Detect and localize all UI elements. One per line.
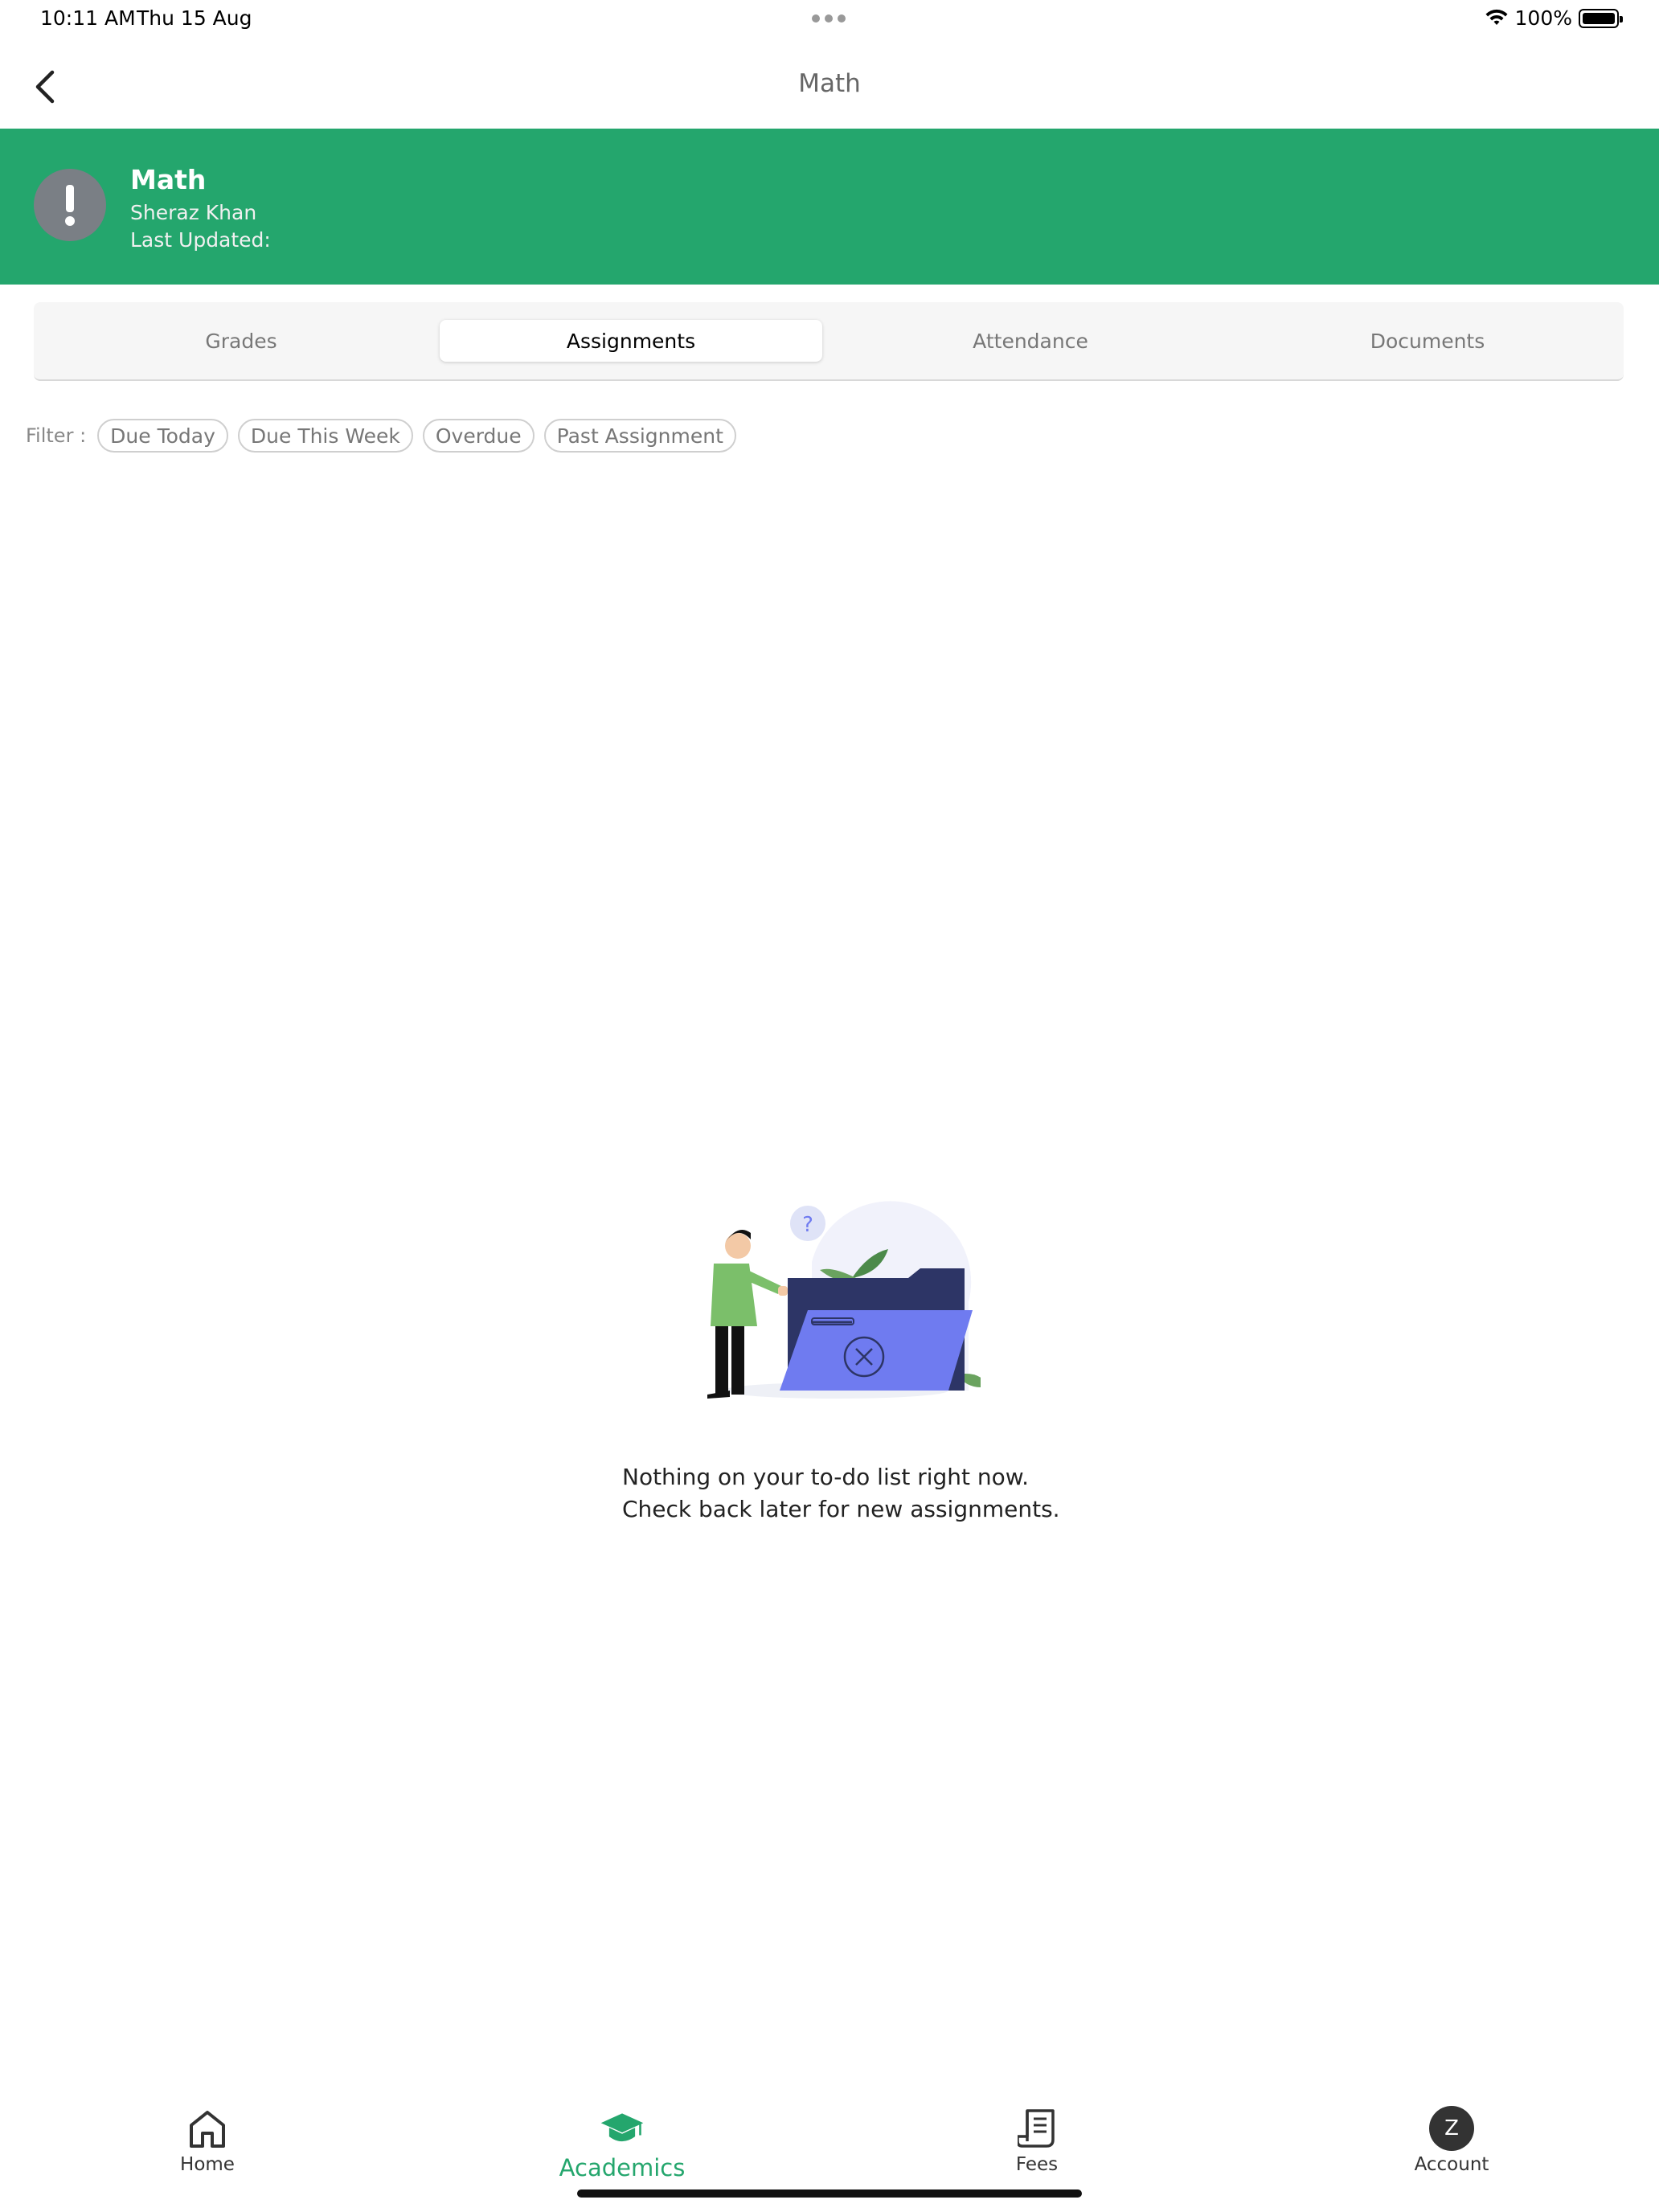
course-teacher: Sheraz Khan [130,201,257,224]
empty-state-line-2: Check back later for new assignments. [622,1496,1060,1522]
alert-icon [34,169,106,241]
filter-chip-due-this-week[interactable]: Due This Week [237,419,413,453]
bottom-tab-home[interactable]: Home [127,2106,288,2175]
filter-chip-past-assignment[interactable]: Past Assignment [543,419,736,453]
bottom-tab-account[interactable]: Z Account [1371,2106,1532,2175]
status-indicators: 100% [1485,6,1623,30]
course-title: Math [130,164,207,195]
segmented-tabs: Grades Assignments Attendance Documents [34,302,1624,381]
filter-row: Filter : Due Today Due This Week Overdue… [26,418,736,453]
empty-state-line-1: Nothing on your to-do list right now. [622,1464,1029,1490]
status-date: Thu 15 Aug [137,6,252,30]
course-last-updated: Last Updated: [130,228,271,252]
filter-label: Filter : [26,424,87,447]
filter-chip-overdue[interactable]: Overdue [422,419,535,453]
home-icon [185,2106,230,2151]
account-avatar-wrap: Z [1429,2106,1474,2151]
svg-text:?: ? [802,1213,813,1237]
status-time: 10:11 AM [40,6,136,30]
empty-state-message: Nothing on your to-do list right now. Ch… [622,1461,1060,1526]
receipt-icon [1014,2106,1059,2151]
bottom-tab-academics-label: Academics [559,2154,686,2181]
tab-grades[interactable]: Grades [50,320,432,362]
battery-icon [1579,8,1623,28]
bottom-tab-fees[interactable]: Fees [956,2106,1117,2175]
filter-chip-due-today[interactable]: Due Today [97,419,228,453]
avatar: Z [1429,2106,1474,2151]
course-header: Math Sheraz Khan Last Updated: [0,129,1659,285]
tab-documents[interactable]: Documents [1236,320,1619,362]
bottom-tab-fees-label: Fees [1015,2154,1059,2175]
page-title: Math [798,69,861,98]
wifi-icon [1485,9,1508,25]
status-bar: 10:11 AM Thu 15 Aug 100% [0,0,1659,39]
battery-percentage: 100% [1514,6,1572,30]
graduation-cap-icon [600,2106,645,2151]
home-indicator[interactable] [577,2189,1082,2198]
bottom-tab-home-label: Home [180,2154,235,2175]
tab-attendance[interactable]: Attendance [839,320,1222,362]
empty-folder-illustration: ? [707,1201,981,1399]
multitasking-dots-icon[interactable] [812,14,846,23]
bottom-tab-account-label: Account [1414,2154,1489,2175]
navigation-bar: Math [0,48,1659,129]
bottom-tab-academics[interactable]: Academics [542,2106,703,2181]
tab-assignments[interactable]: Assignments [440,320,822,362]
